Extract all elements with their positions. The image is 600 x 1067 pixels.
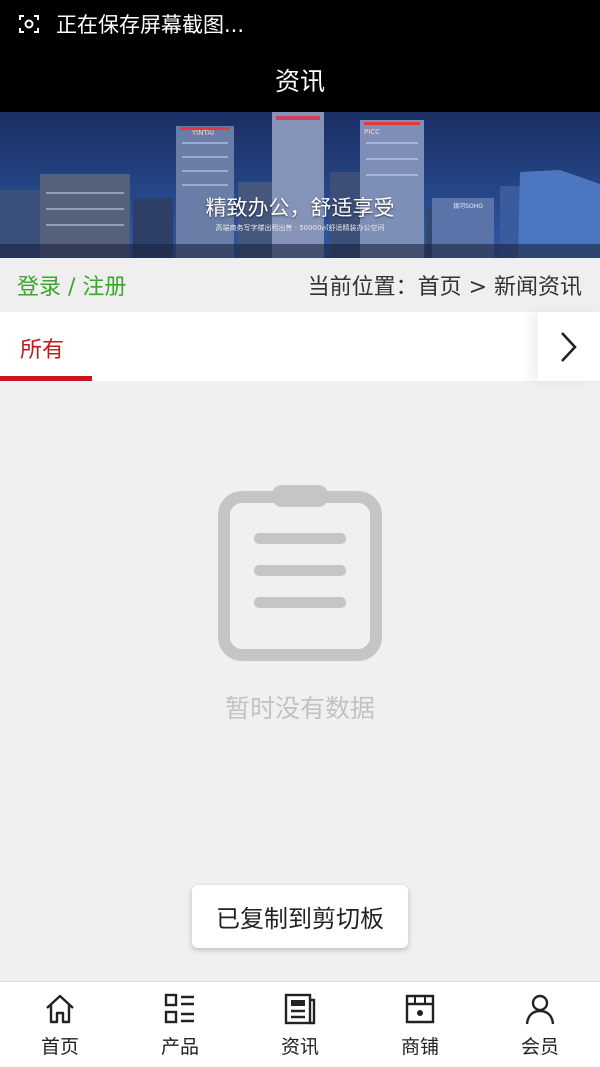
- tab-all[interactable]: 所有: [0, 312, 92, 381]
- banner-subline: 高端商务写字楼出租出售 · 50000㎡舒适精装办公空间: [215, 224, 385, 232]
- grid-list-icon: [164, 993, 194, 1024]
- login-register-link[interactable]: 登录 / 注册: [17, 269, 126, 301]
- nav-label: 产品: [160, 1036, 199, 1058]
- nav-item-shop[interactable]: 商铺: [360, 982, 480, 1067]
- tabs-more-button[interactable]: [538, 312, 600, 381]
- screenshot-icon: [19, 15, 39, 33]
- banner-slogan: 精致办公，舒适享受: [205, 196, 395, 220]
- nav-label: 首页: [40, 1036, 79, 1058]
- bottom-nav: 首页 产品 资讯 商铺 会员: [0, 981, 600, 1067]
- user-icon: [525, 994, 555, 1025]
- clipboard-icon: [218, 485, 382, 661]
- nav-item-home[interactable]: 首页: [0, 982, 120, 1067]
- status-text: 正在保存屏幕截图...: [56, 13, 245, 37]
- shop-icon: [405, 994, 435, 1024]
- chevron-right-icon: [561, 331, 577, 362]
- nav-item-news[interactable]: 资讯: [240, 982, 360, 1067]
- tab-label: 所有: [20, 338, 65, 363]
- nav-item-products[interactable]: 产品: [120, 982, 240, 1067]
- banner-sign-picc: PICC: [364, 128, 380, 136]
- nav-item-member[interactable]: 会员: [480, 982, 600, 1067]
- city-skyline-illustration: YINTAI PICC 银河SOHO: [0, 112, 600, 258]
- nav-label: 资讯: [280, 1036, 319, 1058]
- page-title: 资讯: [274, 67, 325, 96]
- location-bar: 登录 / 注册 当前位置：首页 > 新闻资讯: [0, 258, 600, 312]
- nav-label: 会员: [520, 1036, 559, 1058]
- banner-sign-yintai: YINTAI: [191, 129, 214, 137]
- toast-message: 已复制到剪切板: [192, 885, 408, 948]
- news-icon: [284, 993, 316, 1025]
- app-bar: 资讯: [0, 48, 600, 112]
- home-icon: [46, 994, 74, 1024]
- banner-image[interactable]: YINTAI PICC 银河SOHO 精致办公，舒适享受 高端商务写字楼出租出售…: [0, 112, 600, 258]
- nav-label: 商铺: [400, 1036, 439, 1058]
- category-tabs: 所有: [0, 312, 600, 381]
- empty-state-text: 暂时没有数据: [224, 694, 375, 723]
- status-bar: 正在保存屏幕截图...: [0, 0, 600, 48]
- breadcrumb: 当前位置：首页 > 新闻资讯: [307, 275, 582, 300]
